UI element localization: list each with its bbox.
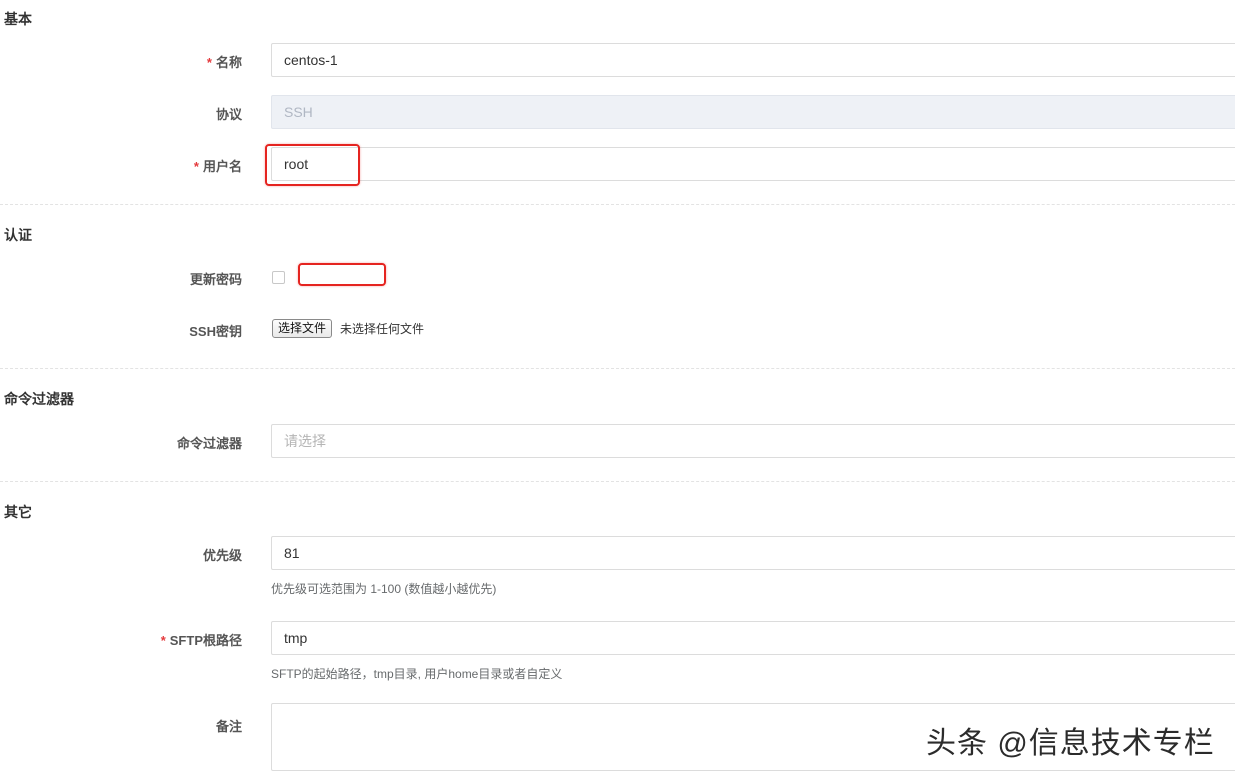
priority-label: 优先级	[202, 548, 242, 563]
name-label-text: 名称	[215, 55, 242, 70]
section-auth-title: 认证	[4, 227, 32, 243]
watermark: 头条 @信息技术专栏	[926, 727, 1215, 760]
sftp-root-input[interactable]: tmp	[271, 621, 1235, 655]
ssh-key-label: SSH密钥	[189, 324, 242, 339]
name-label: * 名称	[207, 52, 242, 71]
username-label-text: 用户名	[202, 159, 242, 174]
required-mark: *	[160, 633, 166, 648]
section-basic-title: 基本	[4, 11, 32, 27]
section-divider	[0, 481, 1235, 482]
update-password-checkbox[interactable]	[272, 271, 285, 284]
choose-file-button[interactable]: 选择文件	[272, 319, 333, 338]
section-divider	[0, 368, 1235, 369]
name-input[interactable]: centos-1	[271, 43, 1235, 77]
section-divider	[0, 204, 1235, 205]
section-command-filter-title: 命令过滤器	[4, 391, 74, 407]
sftp-root-label: * SFTP根路径	[161, 630, 242, 649]
required-mark: *	[206, 55, 212, 70]
username-highlight-box	[265, 144, 360, 186]
protocol-input: SSH	[271, 95, 1235, 129]
priority-input[interactable]: 81	[271, 536, 1235, 570]
file-status-text: 未选择任何文件	[340, 322, 425, 336]
section-other-title: 其它	[4, 504, 32, 520]
protocol-label: 协议	[215, 107, 242, 122]
sftp-root-help-text: SFTP的起始路径，tmp目录, 用户home目录或者自定义	[271, 667, 563, 681]
sftp-root-label-text: SFTP根路径	[169, 633, 242, 648]
password-highlight-box	[298, 263, 386, 286]
username-input[interactable]: root	[271, 147, 1235, 181]
update-password-label: 更新密码	[189, 272, 242, 287]
command-filter-select[interactable]: 请选择	[271, 424, 1235, 458]
username-label: * 用户名	[194, 156, 242, 175]
comment-label: 备注	[215, 719, 242, 734]
priority-help-text: 优先级可选范围为 1-100 (数值越小越优先)	[271, 582, 497, 596]
required-mark: *	[193, 159, 199, 174]
command-filter-label: 命令过滤器	[176, 436, 242, 451]
